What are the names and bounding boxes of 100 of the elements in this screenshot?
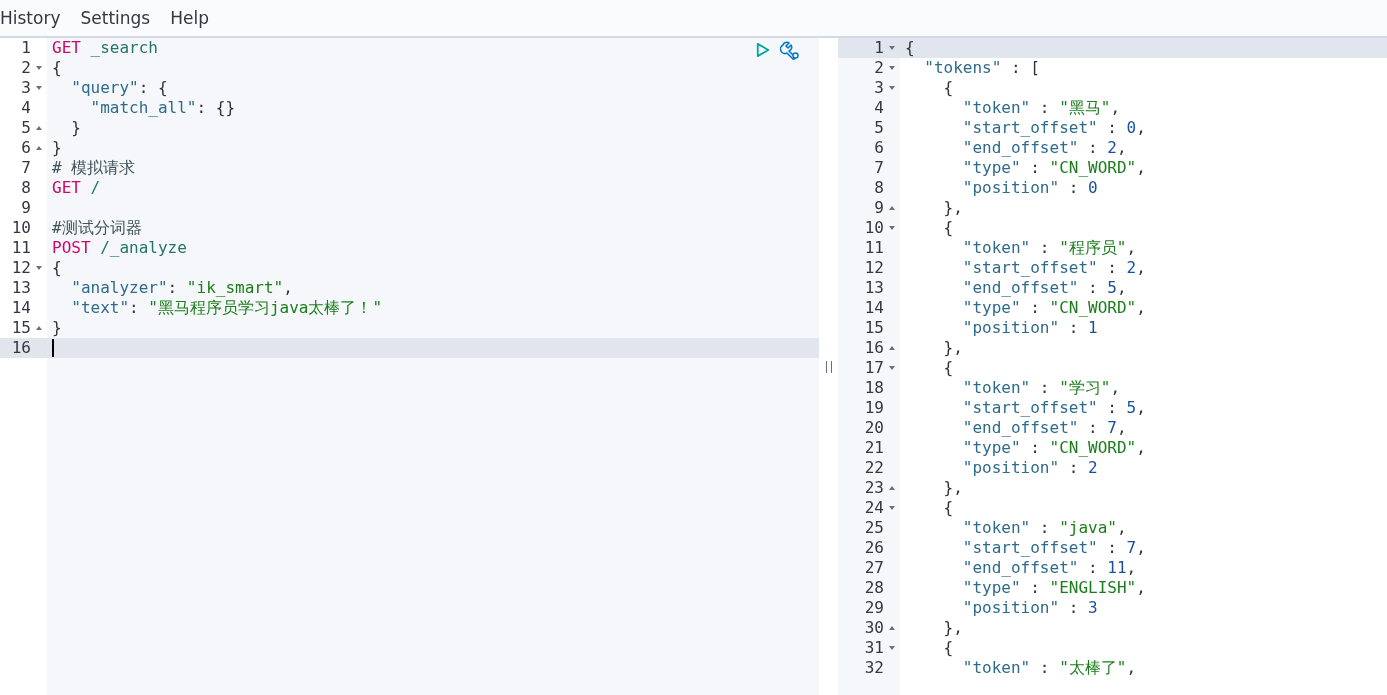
fold-end-icon[interactable] xyxy=(889,486,895,490)
json-punctuation: : xyxy=(1087,418,1099,437)
line-number: 28 xyxy=(864,578,884,598)
fold-toggle-icon[interactable] xyxy=(36,66,42,70)
json-punctuation: , xyxy=(1136,118,1146,137)
line-number: 11 xyxy=(11,238,31,258)
fold-toggle-icon[interactable] xyxy=(889,506,895,510)
json-key: "position" xyxy=(905,458,1060,477)
wrench-icon[interactable] xyxy=(780,40,800,60)
json-punctuation: , xyxy=(1116,418,1127,437)
fold-toggle-icon[interactable] xyxy=(889,366,895,370)
fold-end-icon[interactable] xyxy=(889,206,895,210)
json-punctuation: , xyxy=(1110,98,1121,117)
string-value: "太棒了" xyxy=(1059,658,1127,677)
json-punctuation: , xyxy=(1136,438,1146,457)
line-number: 8 xyxy=(21,178,31,198)
http-method: POST xyxy=(52,238,91,257)
json-key: "token" xyxy=(905,658,1031,677)
code-comment: #测试分词器 xyxy=(52,218,142,237)
json-punctuation: : xyxy=(1038,238,1051,257)
json-key: "end_offset" xyxy=(905,138,1079,157)
json-punctuation: { xyxy=(942,358,954,377)
line-number: 18 xyxy=(864,378,884,398)
line-number: 13 xyxy=(11,278,31,298)
line-number: 10 xyxy=(864,218,884,238)
line-number: 31 xyxy=(864,638,884,658)
fold-end-icon[interactable] xyxy=(36,146,42,150)
number-value: 2 xyxy=(1107,138,1117,157)
json-punctuation: : xyxy=(1038,378,1051,397)
line-number: 7 xyxy=(874,158,884,178)
json-key: "token" xyxy=(905,378,1031,397)
json-punctuation: , xyxy=(1136,258,1146,277)
json-punctuation: : xyxy=(1067,318,1080,337)
line-number: 12 xyxy=(11,258,31,278)
json-punctuation: , xyxy=(1136,538,1146,557)
line-number: 19 xyxy=(864,398,884,418)
line-number: 10 xyxy=(11,218,31,238)
json-key: "token" xyxy=(905,518,1031,537)
json-punctuation: } xyxy=(52,138,62,157)
json-key: "end_offset" xyxy=(905,418,1079,437)
play-icon[interactable] xyxy=(756,42,770,58)
json-punctuation: : xyxy=(1038,98,1051,117)
json-key: "start_offset" xyxy=(905,538,1098,557)
line-number: 3 xyxy=(874,78,884,98)
fold-toggle-icon[interactable] xyxy=(889,226,895,230)
request-path: / xyxy=(89,178,101,197)
line-number: 5 xyxy=(21,118,31,138)
line-number: 1 xyxy=(874,38,884,58)
json-key: "query" xyxy=(52,78,139,97)
fold-end-icon[interactable] xyxy=(889,626,895,630)
number-value: 7 xyxy=(1107,418,1117,437)
json-punctuation: : xyxy=(167,278,179,297)
fold-toggle-icon[interactable] xyxy=(36,266,42,270)
json-punctuation: , xyxy=(1136,298,1146,317)
line-number: 11 xyxy=(864,238,884,258)
fold-end-icon[interactable] xyxy=(889,346,895,350)
line-number: 1 xyxy=(21,38,31,58)
string-value: "学习" xyxy=(1059,378,1111,397)
json-punctuation: } xyxy=(70,118,81,137)
menu-item[interactable]: Help xyxy=(170,8,209,28)
json-punctuation: : xyxy=(1106,258,1118,277)
fold-end-icon[interactable] xyxy=(36,126,42,130)
json-punctuation: : xyxy=(1067,598,1080,617)
fold-toggle-icon[interactable] xyxy=(36,86,42,90)
request-editor[interactable]: 1 GET _search 2 { 3 "query": { 4 "match_all": {} 5 } 6 } 7 # 模拟请求 8 GET / 9 10 #测试分词器 11 POST /_analyze 12 { 13 "analyzer": "ik_smart", 14 "text": "黑马程序员学习java太棒了！" 15 } 16 xyxy=(0,38,819,695)
fold-toggle-icon[interactable] xyxy=(889,66,895,70)
line-number: 4 xyxy=(21,98,31,118)
fold-end-icon[interactable] xyxy=(36,326,42,330)
line-number: 2 xyxy=(874,58,884,78)
json-key: "type" xyxy=(905,158,1021,177)
string-value: "CN_WORD" xyxy=(1049,158,1137,177)
json-key: "match_all" xyxy=(52,98,197,117)
fold-toggle-icon[interactable] xyxy=(889,86,895,90)
json-key: "token" xyxy=(905,238,1031,257)
menu-item[interactable]: History xyxy=(0,8,61,28)
json-key: "position" xyxy=(905,598,1060,617)
menu-item[interactable]: Settings xyxy=(80,8,151,28)
line-number: 16 xyxy=(11,338,31,358)
json-key: "start_offset" xyxy=(905,398,1098,417)
line-number: 6 xyxy=(874,138,884,158)
line-number: 8 xyxy=(874,178,884,198)
line-number: 7 xyxy=(21,158,31,178)
json-key: "token" xyxy=(905,98,1031,117)
json-key: "text" xyxy=(52,298,130,317)
fold-toggle-icon[interactable] xyxy=(889,46,895,50)
json-punctuation: }, xyxy=(942,338,963,357)
resize-handle-icon[interactable] xyxy=(825,360,832,373)
json-punctuation: : xyxy=(1067,458,1080,477)
string-value: "ENGLISH" xyxy=(1049,578,1137,597)
line-number: 15 xyxy=(864,318,884,338)
json-punctuation: , xyxy=(1116,518,1127,537)
line-number: 5 xyxy=(874,118,884,138)
string-value: "程序员" xyxy=(1059,238,1127,257)
line-number: 14 xyxy=(864,298,884,318)
fold-toggle-icon[interactable] xyxy=(889,646,895,650)
string-value: "黑马程序员学习java太棒了！" xyxy=(148,298,383,317)
json-punctuation: : xyxy=(1067,178,1080,197)
json-punctuation: , xyxy=(283,278,293,297)
http-method: GET xyxy=(52,38,81,57)
line-number: 9 xyxy=(874,198,884,218)
